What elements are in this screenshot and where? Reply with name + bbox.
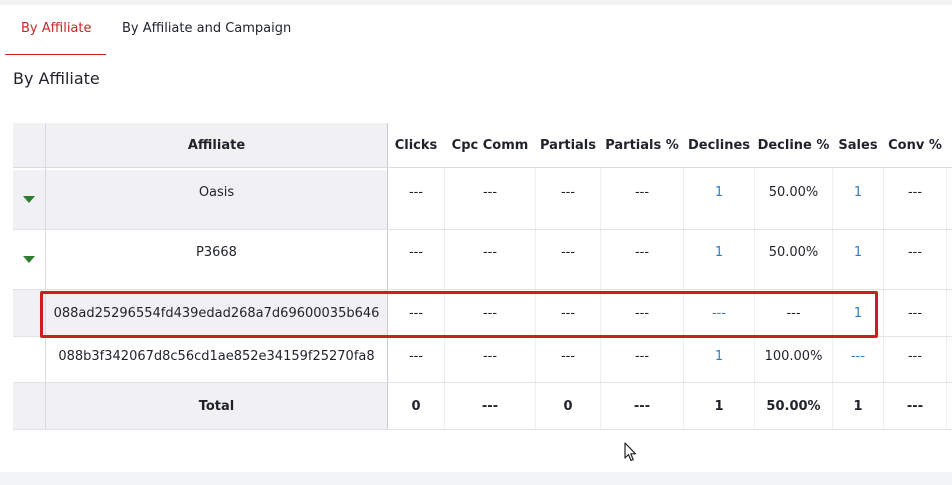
affiliate-name: 088b3f342067d8c56cd1ae852e34159f25270fa8 [46,337,387,381]
clicks-value: --- [388,290,444,336]
partials-value: --- [536,230,600,289]
conv-pct-value: --- [884,170,946,229]
conv-pct-value: --- [884,337,946,381]
column-divider [600,167,601,430]
row-divider [13,429,952,430]
cpc-comm-value: --- [445,337,535,381]
row-indent-cell [13,337,45,381]
table-row: 088ad25296554fd439edad268a7d69600035b646… [13,290,952,336]
table-row: 088b3f342067d8c56cd1ae852e34159f25270fa8… [13,337,952,381]
row-indent-cell [13,290,45,336]
caret-down-icon [23,196,35,203]
column-divider [754,167,755,430]
expand-toggle[interactable] [13,170,45,229]
column-divider [535,167,536,430]
row-divider [13,336,952,337]
expand-toggle[interactable] [13,230,45,289]
sales-link[interactable]: --- [833,337,883,381]
sales-link[interactable]: 1 [833,290,883,336]
tab-by-affiliate-and-campaign[interactable]: By Affiliate and Campaign [106,5,307,55]
declines-link[interactable]: 1 [684,337,754,381]
decline-pct-value: 100.00% [755,337,832,381]
header-expand-cell [13,123,45,167]
conv-pct-value: --- [884,290,946,336]
tab-by-affiliate[interactable]: By Affiliate [5,5,106,55]
table-row: Oasis --- --- --- --- 1 50.00% 1 --- [13,170,952,229]
column-divider [883,167,884,430]
sales-link[interactable]: 1 [833,170,883,229]
header-partials-pct[interactable]: Partials % [601,123,683,167]
affiliate-table: Affiliate Clicks Cpc Comm Partials Parti… [13,118,952,430]
clicks-value: --- [388,337,444,381]
decline-pct-value: 50.00% [755,170,832,229]
sales-link[interactable]: 1 [833,230,883,289]
total-cpc-comm: --- [445,383,535,429]
total-partials-pct: --- [601,383,683,429]
total-label: Total [46,383,387,429]
partials-pct-value: --- [601,230,683,289]
total-clicks: 0 [388,383,444,429]
tab-bar: By Affiliate By Affiliate and Campaign [0,5,952,55]
section-title: By Affiliate [13,69,100,88]
total-conv-pct: --- [884,383,946,429]
column-divider [444,167,445,430]
partials-value: --- [536,170,600,229]
header-conv-pct[interactable]: Conv % [884,123,946,167]
total-decline-pct: 50.00% [755,383,832,429]
partials-pct-value: --- [601,337,683,381]
column-divider [832,167,833,430]
cpc-comm-value: --- [445,230,535,289]
total-partials: 0 [536,383,600,429]
table-total-row: Total 0 --- 0 --- 1 50.00% 1 --- [13,383,952,429]
affiliate-name: Oasis [46,170,387,229]
mouse-pointer-icon [624,442,637,462]
partials-value: --- [536,337,600,381]
clicks-value: --- [388,230,444,289]
caret-down-icon [23,256,35,263]
header-sales[interactable]: Sales [833,123,883,167]
declines-link[interactable]: 1 [684,230,754,289]
partials-value: --- [536,290,600,336]
clicks-value: --- [388,170,444,229]
affiliate-name: P3668 [46,230,387,289]
total-sales: 1 [833,383,883,429]
header-clicks[interactable]: Clicks [388,123,444,167]
total-declines: 1 [684,383,754,429]
row-divider [13,167,952,168]
table-header-row: Affiliate Clicks Cpc Comm Partials Parti… [13,123,952,167]
header-declines[interactable]: Declines [684,123,754,167]
header-cpc-comm[interactable]: Cpc Comm [445,123,535,167]
decline-pct-value: 50.00% [755,230,832,289]
partials-pct-value: --- [601,290,683,336]
declines-link[interactable]: 1 [684,170,754,229]
column-divider [45,123,46,430]
row-divider [13,289,952,290]
column-divider [946,167,947,430]
column-divider [683,167,684,430]
table-row: P3668 --- --- --- --- 1 50.00% 1 --- [13,230,952,289]
decline-pct-value: --- [755,290,832,336]
conv-pct-value: --- [884,230,946,289]
cpc-comm-value: --- [445,170,535,229]
header-partials[interactable]: Partials [536,123,600,167]
row-divider [13,229,952,230]
affiliate-name: 088ad25296554fd439edad268a7d69600035b646 [46,290,387,336]
total-indent-cell [13,383,45,429]
row-divider [13,382,952,383]
declines-link[interactable]: --- [684,290,754,336]
header-decline-pct[interactable]: Decline % [755,123,832,167]
header-affiliate[interactable]: Affiliate [46,123,387,167]
partials-pct-value: --- [601,170,683,229]
cpc-comm-value: --- [445,290,535,336]
column-divider [387,123,388,430]
